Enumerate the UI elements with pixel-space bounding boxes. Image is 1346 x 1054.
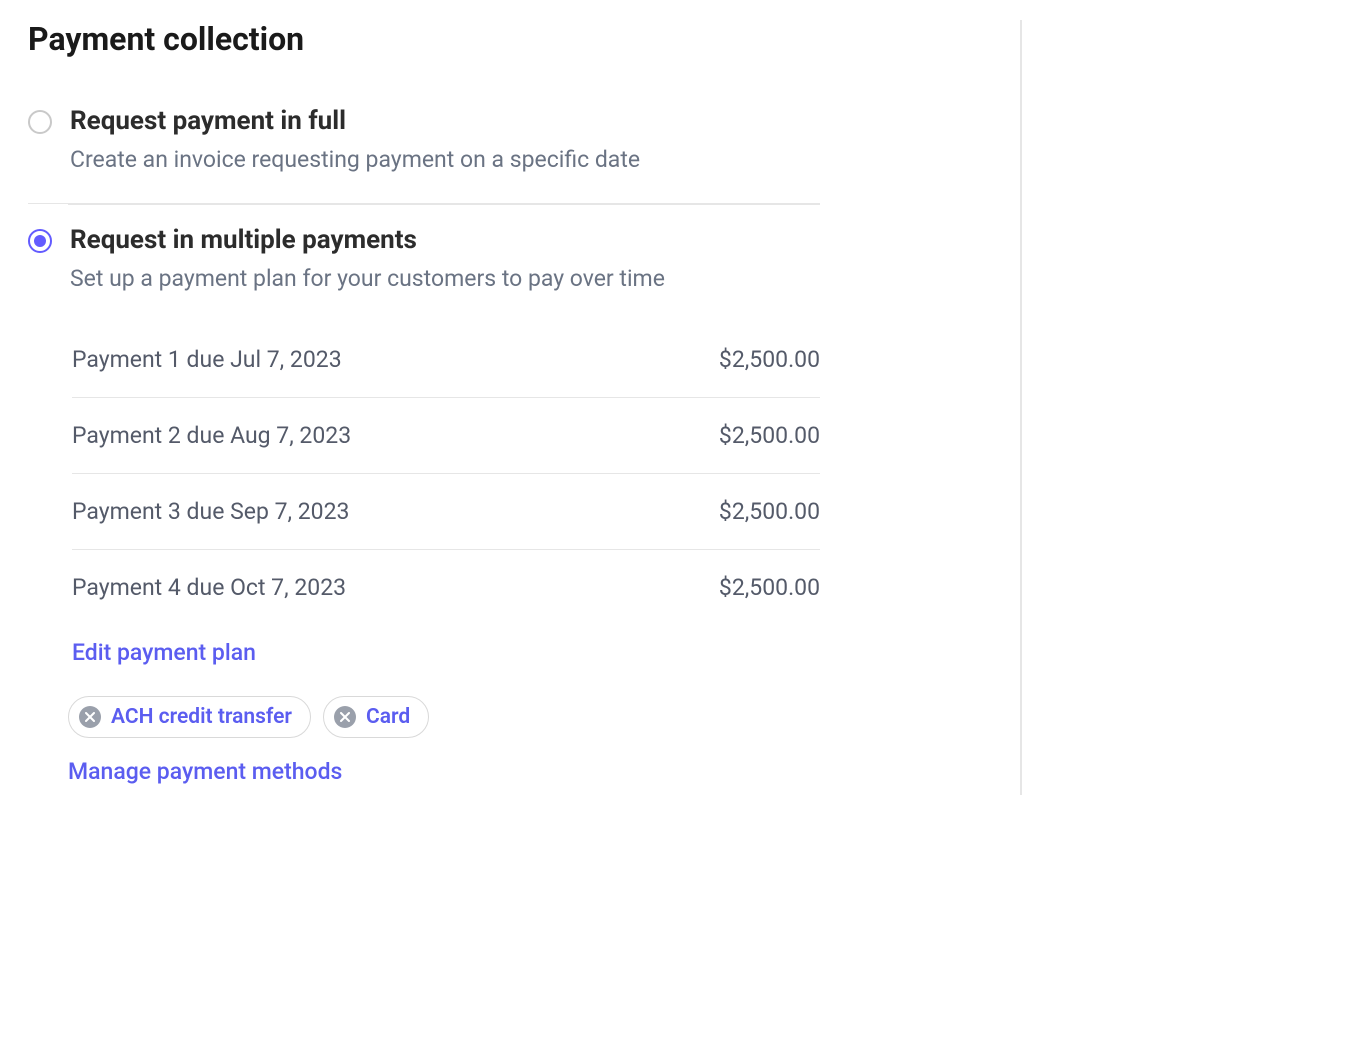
payment-label: Payment 1 due Jul 7, 2023 <box>72 346 342 373</box>
option-payment-full[interactable]: Request payment in full Create an invoic… <box>28 88 820 204</box>
payment-method-chip-card[interactable]: Card <box>323 696 429 738</box>
option-content: Request in multiple payments Set up a pa… <box>70 225 820 292</box>
payment-amount: $2,500.00 <box>719 422 820 449</box>
option-payment-multiple[interactable]: Request in multiple payments Set up a pa… <box>28 225 820 292</box>
payment-collection-section: Payment collection Request payment in fu… <box>28 20 1022 795</box>
payment-row: Payment 4 due Oct 7, 2023 $2,500.00 <box>72 550 820 625</box>
payment-plan-list: Payment 1 due Jul 7, 2023 $2,500.00 Paym… <box>72 322 820 625</box>
chip-label: Card <box>366 705 410 729</box>
chip-label: ACH credit transfer <box>111 705 292 729</box>
radio-icon[interactable] <box>28 110 52 134</box>
payment-amount: $2,500.00 <box>719 346 820 373</box>
payment-row: Payment 1 due Jul 7, 2023 $2,500.00 <box>72 322 820 398</box>
option-payment-multiple-block: Request in multiple payments Set up a pa… <box>28 225 820 795</box>
option-title: Request payment in full <box>70 106 820 136</box>
option-content: Request payment in full Create an invoic… <box>70 106 820 173</box>
payment-row: Payment 2 due Aug 7, 2023 $2,500.00 <box>72 398 820 474</box>
edit-payment-plan-link[interactable]: Edit payment plan <box>72 639 256 666</box>
payment-amount: $2,500.00 <box>719 574 820 601</box>
payment-method-chip-ach[interactable]: ACH credit transfer <box>68 696 311 738</box>
section-title: Payment collection <box>28 20 820 58</box>
option-description: Set up a payment plan for your customers… <box>70 265 820 292</box>
payment-label: Payment 3 due Sep 7, 2023 <box>72 498 349 525</box>
payment-label: Payment 4 due Oct 7, 2023 <box>72 574 346 601</box>
manage-payment-methods-link[interactable]: Manage payment methods <box>68 758 342 785</box>
option-description: Create an invoice requesting payment on … <box>70 146 820 173</box>
radio-icon-selected[interactable] <box>28 229 52 253</box>
remove-icon[interactable] <box>79 706 101 728</box>
payment-row: Payment 3 due Sep 7, 2023 $2,500.00 <box>72 474 820 550</box>
divider <box>68 204 820 205</box>
payment-label: Payment 2 due Aug 7, 2023 <box>72 422 351 449</box>
payment-methods-chips: ACH credit transfer Card <box>68 696 820 738</box>
payment-amount: $2,500.00 <box>719 498 820 525</box>
remove-icon[interactable] <box>334 706 356 728</box>
option-title: Request in multiple payments <box>70 225 820 255</box>
